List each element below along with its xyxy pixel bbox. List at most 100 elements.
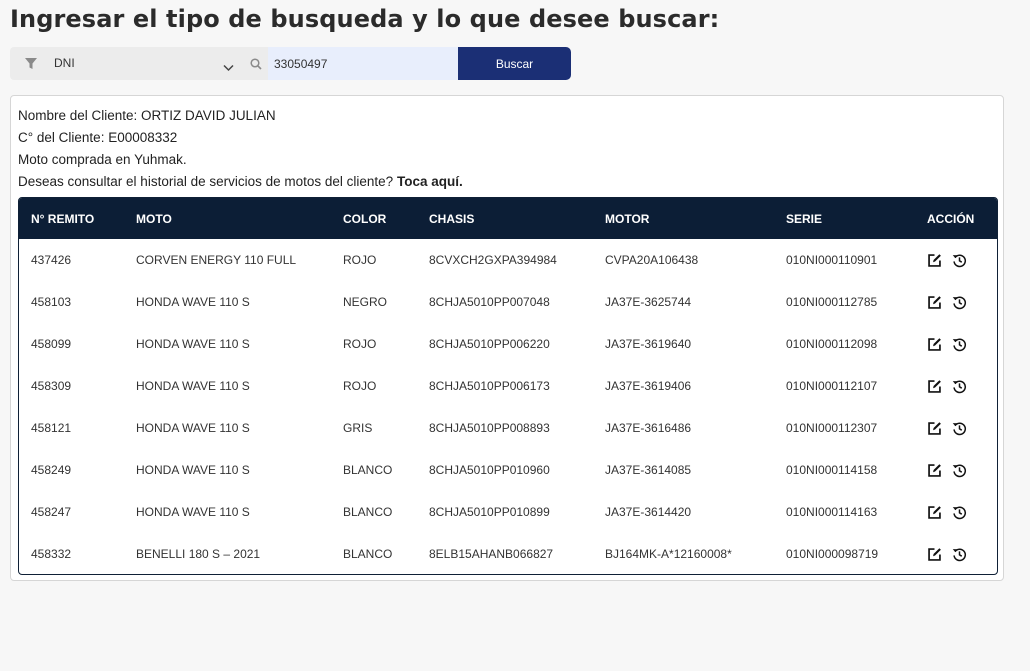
- cell-serie: 010NI000112098: [786, 337, 878, 351]
- cell-remito: 458249: [31, 463, 72, 477]
- table-header-row: N° REMITO MOTO COLOR CHASIS MOTOR SERIE ACCIÓN: [19, 198, 997, 239]
- history-icon[interactable]: [952, 379, 967, 394]
- cell-color: GRIS: [343, 421, 373, 435]
- cell-serie: 010NI000112107: [786, 379, 878, 393]
- motos-table: N° REMITO MOTO COLOR CHASIS MOTOR SERIE ACCIÓN…: [18, 197, 998, 575]
- cell-moto: HONDA WAVE 110 S: [136, 295, 250, 309]
- cell-accion: [915, 365, 997, 407]
- edit-icon[interactable]: [927, 253, 942, 268]
- table-row: 458247 HONDA WAVE 110 S BLANCO 8CHJA5010PP0…: [19, 491, 997, 533]
- cell-chasis: 8ELB15AHANB066827: [429, 547, 554, 561]
- cell-moto: HONDA WAVE 110 S: [136, 463, 250, 477]
- history-link[interactable]: Toca aquí.: [397, 174, 463, 189]
- cell-chasis: 8CHJA5010PP008893: [429, 421, 550, 435]
- cell-color: BLANCO: [343, 463, 393, 477]
- cell-remito: 437426: [31, 253, 72, 267]
- cell-accion: [915, 533, 997, 574]
- cell-motor: JA37E-3614085: [605, 463, 692, 477]
- cell-motor: JA37E-3619640: [605, 337, 692, 351]
- cell-chasis: 8CHJA5010PP007048: [429, 295, 550, 309]
- cell-remito: 458099: [31, 337, 72, 351]
- cell-accion: [915, 323, 997, 365]
- history-icon[interactable]: [952, 337, 967, 352]
- cell-serie: 010NI000110901: [786, 253, 878, 267]
- cell-moto: HONDA WAVE 110 S: [136, 421, 250, 435]
- cell-color: NEGRO: [343, 295, 388, 309]
- history-icon[interactable]: [952, 253, 967, 268]
- table-row: 458249 HONDA WAVE 110 S BLANCO 8CHJA5010PP0…: [19, 449, 997, 491]
- edit-icon[interactable]: [927, 421, 942, 436]
- cell-accion: [915, 491, 997, 533]
- cell-color: ROJO: [343, 337, 377, 351]
- history-line: Deseas consultar el historial de servici…: [18, 171, 463, 193]
- search-bar: DNI Buscar: [10, 47, 571, 80]
- cell-motor: JA37E-3625744: [605, 295, 692, 309]
- search-icon: [250, 57, 262, 75]
- cell-color: BLANCO: [343, 547, 393, 561]
- header-color: COLOR: [343, 211, 387, 226]
- edit-icon[interactable]: [927, 505, 942, 520]
- history-prompt: Deseas consultar el historial de servici…: [18, 174, 394, 189]
- edit-icon[interactable]: [927, 463, 942, 478]
- cell-motor: CVPA20A106438: [605, 253, 699, 267]
- cell-chasis: 8CHJA5010PP010899: [429, 505, 550, 519]
- cell-accion: [915, 281, 997, 323]
- cell-accion: [915, 407, 997, 449]
- history-icon[interactable]: [952, 421, 967, 436]
- search-query-group: [238, 47, 458, 80]
- table-row: 458103 HONDA WAVE 110 S NEGRO 8CHJA5010PP00…: [19, 281, 997, 323]
- cell-motor: JA37E-3616486: [605, 421, 692, 435]
- cell-serie: 010NI000112785: [786, 295, 878, 309]
- search-button[interactable]: Buscar: [458, 47, 571, 80]
- cell-color: ROJO: [343, 253, 377, 267]
- cell-remito: 458247: [31, 505, 72, 519]
- table-body: 437426 CORVEN ENERGY 110 FULL ROJO 8CVXCH2G…: [19, 239, 997, 574]
- history-icon[interactable]: [952, 547, 967, 562]
- cell-motor: JA37E-3619406: [605, 379, 692, 393]
- cell-serie: 010NI000112307: [786, 421, 878, 435]
- purchase-note: Moto comprada en Yuhmak.: [18, 152, 187, 167]
- cell-serie: 010NI000098719: [786, 547, 879, 561]
- edit-icon[interactable]: [927, 337, 942, 352]
- results-card: Nombre del Cliente: ORTIZ DAVID JULIAN C…: [10, 95, 1004, 581]
- cell-color: BLANCO: [343, 505, 393, 519]
- search-input[interactable]: [268, 47, 458, 80]
- cell-remito: 458309: [31, 379, 72, 393]
- cell-remito: 458103: [31, 295, 72, 309]
- cell-serie: 010NI000114158: [786, 463, 878, 477]
- cell-moto: HONDA WAVE 110 S: [136, 505, 250, 519]
- header-moto: MOTO: [136, 211, 172, 226]
- search-type-select[interactable]: DNI: [10, 47, 238, 80]
- edit-icon[interactable]: [927, 295, 942, 310]
- cell-chasis: 8CHJA5010PP010960: [429, 463, 550, 477]
- client-info: Nombre del Cliente: ORTIZ DAVID JULIAN C…: [18, 105, 463, 193]
- table-row: 458332 BENELLI 180 S – 2021 BLANCO 8ELB15AH…: [19, 533, 997, 574]
- chevron-down-icon: [223, 59, 234, 77]
- table-row: 458099 HONDA WAVE 110 S ROJO 8CHJA5010PP006…: [19, 323, 997, 365]
- cell-motor: BJ164MK-A*12160008*: [605, 547, 732, 561]
- history-icon[interactable]: [952, 505, 967, 520]
- cell-chasis: 8CHJA5010PP006220: [429, 337, 550, 351]
- header-remito: N° REMITO: [31, 211, 95, 226]
- cell-remito: 458332: [31, 547, 72, 561]
- edit-icon[interactable]: [927, 547, 942, 562]
- cell-motor: JA37E-3614420: [605, 505, 692, 519]
- client-code: C° del Cliente: E00008332: [18, 130, 178, 145]
- cell-remito: 458121: [31, 421, 72, 435]
- edit-icon[interactable]: [927, 379, 942, 394]
- history-icon[interactable]: [952, 295, 967, 310]
- filter-icon: [25, 57, 37, 75]
- cell-chasis: 8CHJA5010PP006173: [429, 379, 550, 393]
- client-name: Nombre del Cliente: ORTIZ DAVID JULIAN: [18, 108, 276, 123]
- cell-color: ROJO: [343, 379, 377, 393]
- header-serie: SERIE: [786, 211, 823, 226]
- table-row: 458309 HONDA WAVE 110 S ROJO 8CHJA5010PP006…: [19, 365, 997, 407]
- header-chasis: CHASIS: [429, 211, 475, 226]
- header-accion: ACCIÓN: [927, 211, 975, 226]
- cell-moto: HONDA WAVE 110 S: [136, 379, 250, 393]
- cell-accion: [915, 239, 997, 281]
- history-icon[interactable]: [952, 463, 967, 478]
- search-type-value: DNI: [54, 56, 75, 70]
- cell-chasis: 8CVXCH2GXPA394984: [429, 253, 557, 267]
- table-row: 458121 HONDA WAVE 110 S GRIS 8CHJA5010PP008…: [19, 407, 997, 449]
